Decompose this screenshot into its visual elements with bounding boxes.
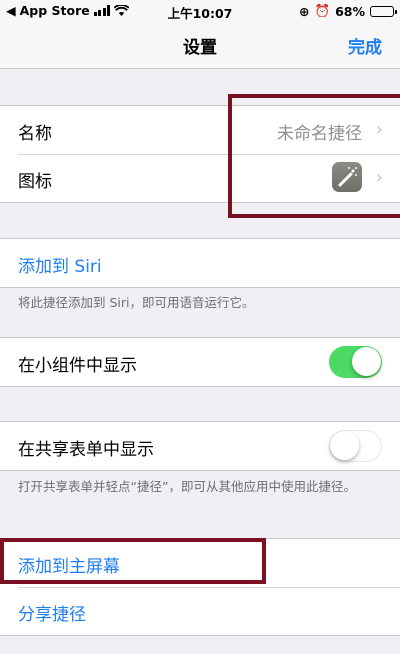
status-bar-right: ⊕ ⏰ 68% (299, 3, 397, 19)
done-button[interactable]: 完成 (348, 33, 382, 58)
icon-label: 图标 (18, 172, 52, 192)
widget-row: 在小组件中显示 (0, 338, 400, 386)
share-sheet-footer: 打开共享表单并轻点“捷径”，即可从其他应用中使用此捷径。 (18, 479, 356, 494)
share-shortcut-row[interactable]: 分享捷径 (0, 587, 400, 635)
home-screen-highlight (0, 538, 266, 584)
status-bar: ◀ App Store 上午10:07 ⊕ ⏰ 68% (0, 0, 400, 22)
alarm-icon: ⏰ (314, 3, 331, 18)
share-sheet-toggle[interactable] (329, 430, 382, 462)
add-to-siri-row[interactable]: 添加到 Siri (0, 239, 400, 287)
battery-percent: 68% (335, 3, 365, 19)
share-sheet-group: 在共享表单中显示 (0, 421, 400, 471)
share-shortcut-link[interactable]: 分享捷径 (18, 600, 86, 625)
name-label: 名称 (18, 124, 52, 144)
share-sheet-row: 在共享表单中显示 (0, 422, 400, 470)
widget-label: 在小组件中显示 (18, 356, 137, 376)
share-sheet-label: 在共享表单中显示 (18, 440, 154, 460)
orientation-lock-icon: ⊕ (299, 3, 310, 19)
widget-toggle[interactable] (329, 346, 382, 378)
siri-footer: 将此捷径添加到 Siri，即可用语音运行它。 (18, 295, 255, 310)
toggle-knob (352, 347, 381, 376)
battery-icon (370, 5, 397, 17)
add-to-siri-link[interactable]: 添加到 Siri (18, 252, 102, 277)
name-icon-highlight (228, 94, 400, 218)
navigation-bar: 设置 完成 (0, 22, 400, 69)
siri-group: 添加到 Siri (0, 238, 400, 288)
widget-group: 在小组件中显示 (0, 337, 400, 387)
toggle-knob (330, 431, 359, 460)
page-title: 设置 (183, 38, 217, 58)
